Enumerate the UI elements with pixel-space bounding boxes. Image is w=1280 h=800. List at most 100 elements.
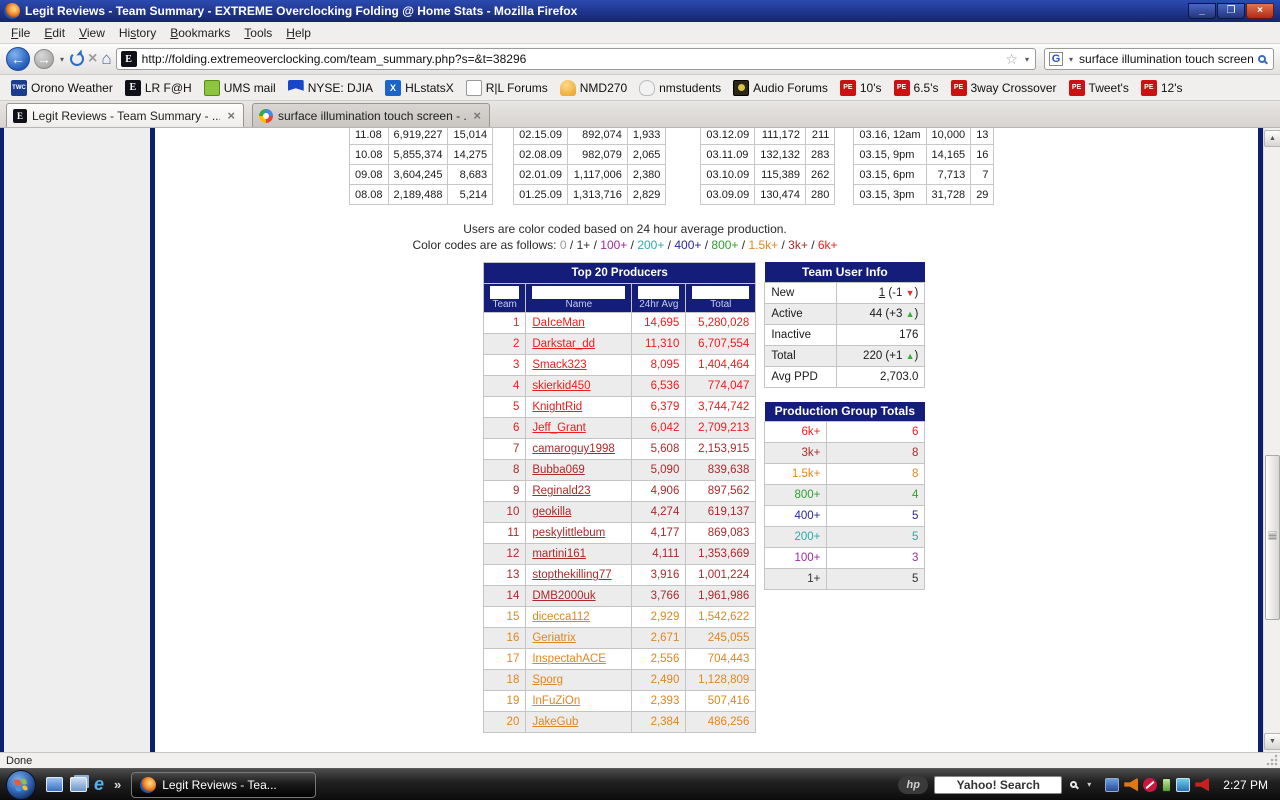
taskbar-app-label: Legit Reviews - Tea... [162,778,277,792]
scroll-up-button[interactable]: ▲ [1264,130,1280,147]
producer-user-link[interactable]: JakeGub [532,716,578,728]
history-points-cell: 7,713 [926,165,971,185]
menu-file[interactable]: File [4,24,37,42]
yahoo-dropdown-icon[interactable]: ▾ [1085,780,1093,789]
show-desktop-icon[interactable] [46,777,63,792]
bookmark-item[interactable]: ELR F@H [120,78,197,98]
producer-user-link[interactable]: InspectahACE [532,653,606,665]
producer-user-link[interactable]: peskylittlebum [532,527,605,539]
producer-user-link[interactable]: stopthekilling77 [532,569,611,581]
flag-icon [288,80,304,96]
history-row: 10.085,855,37414,275 [350,145,493,165]
bookmark-item[interactable]: TWCOrono Weather [6,78,118,98]
search-icon[interactable] [1258,55,1266,63]
producer-user-link[interactable]: geokilla [532,506,571,518]
stop-button[interactable]: × [88,50,97,68]
bookmark-item[interactable]: PE12's [1136,78,1188,98]
bookmark-item[interactable]: PE6.5's [889,78,944,98]
producer-user-link[interactable]: skierkid450 [532,380,590,392]
producer-user-link[interactable]: InFuZiOn [532,695,580,707]
producer-total: 5,280,028 [686,313,756,334]
network-tray-icon[interactable] [1176,778,1190,792]
bookmark-item[interactable]: UMS mail [199,78,281,98]
tab-google-search[interactable]: surface illumination touch screen - ... … [252,103,490,127]
producer-user-link[interactable]: Darkstar_dd [532,338,595,350]
search-bar[interactable]: G ▾ surface illumination touch screen [1044,48,1274,70]
producer-user-link[interactable]: dicecca112 [532,611,589,623]
close-button[interactable]: × [1246,3,1274,19]
url-dropdown-icon[interactable]: ▾ [1023,55,1031,64]
tab-close-icon[interactable]: × [471,108,483,123]
menu-tools[interactable]: Tools [237,24,279,42]
menu-bookmarks[interactable]: Bookmarks [163,24,237,42]
bookmark-item[interactable]: XHLstatsX [380,78,459,98]
producer-user-link[interactable]: Reginald23 [532,485,590,497]
producer-user-link[interactable]: Smack323 [532,359,586,371]
menu-edit[interactable]: Edit [37,24,72,42]
muted-tray-icon[interactable] [1195,778,1209,792]
quicklaunch-overflow-icon[interactable]: » [110,777,125,792]
menu-history[interactable]: History [112,24,163,42]
search-engine-dropdown-icon[interactable]: ▾ [1067,55,1075,64]
taskbar-app-button[interactable]: Legit Reviews - Tea... [131,772,316,798]
producer-user-link[interactable]: Geriatrix [532,632,575,644]
tab-close-icon[interactable]: × [225,108,237,123]
producer-user-link[interactable]: DMB2000uk [532,590,595,602]
producer-avg: 2,671 [632,628,686,649]
bookmark-item[interactable]: nmstudents [634,78,726,98]
restore-button[interactable]: ❐ [1217,3,1245,19]
internet-explorer-icon[interactable]: e [94,777,104,792]
search-input[interactable]: surface illumination touch screen [1079,52,1254,66]
producer-rank: 9 [484,481,526,502]
bookmark-item[interactable]: PE3way Crossover [946,78,1062,98]
team-user-info-table: Team User Info New1 (-1 ▼)Active44 (+3 ▲… [764,262,925,388]
team-user-info-row: Active44 (+3 ▲) [765,303,925,324]
tab-legit-reviews[interactable]: E Legit Reviews - Team Summary - ... × [6,103,244,127]
scrollbar-thumb[interactable] [1265,455,1280,620]
yahoo-search-icon[interactable] [1070,781,1077,788]
producer-user-link[interactable]: martini161 [532,548,586,560]
vertical-scrollbar[interactable]: ▲ ▼ [1263,128,1280,752]
forward-button[interactable]: → [34,49,54,69]
menu-help[interactable]: Help [279,24,318,42]
start-button[interactable] [6,770,36,800]
producer-user-link[interactable]: Jeff_Grant [532,422,586,434]
reload-button[interactable] [70,52,84,66]
producer-user-link[interactable]: Bubba069 [532,464,584,476]
home-button[interactable]: ⌂ [101,49,111,69]
minimize-button[interactable]: _ [1188,3,1216,19]
bookmark-item[interactable]: NYSE: DJIA [283,78,378,98]
info-value-text: 2,703.0 [880,371,918,383]
production-group-row: 100+3 [765,548,925,569]
volume-tray-icon[interactable] [1124,778,1138,792]
url-bar[interactable]: E http://folding.extremeoverclocking.com… [116,48,1036,70]
producer-row: 14DMB2000uk3,7661,961,986 [484,586,756,607]
producer-avg: 3,766 [632,586,686,607]
scroll-down-button[interactable]: ▼ [1264,733,1280,750]
resize-grip[interactable] [1266,754,1278,766]
producer-total: 3,744,742 [686,397,756,418]
battery-tray-icon[interactable] [1162,778,1171,792]
bookmark-item[interactable]: Audio Forums [728,78,833,98]
info-value: 1 (-1 ▼) [837,282,925,303]
bookmark-star-icon[interactable]: ☆ [1005,51,1018,68]
bookmark-label: HLstatsX [405,81,454,95]
messenger-tray-icon[interactable] [1105,778,1119,792]
producer-user-link[interactable]: camaroguy1998 [532,443,614,455]
history-dropdown-icon[interactable]: ▾ [58,55,66,64]
producer-user-link[interactable]: KnightRid [532,401,582,413]
bookmark-item[interactable]: PETweet's [1064,78,1134,98]
bookmark-item[interactable]: R|L Forums [461,78,553,98]
menu-view[interactable]: View [72,24,112,42]
trend-tray-icon[interactable] [1143,778,1157,792]
yahoo-search-input[interactable]: Yahoo! Search [934,776,1062,794]
producer-user-link[interactable]: Sporg [532,674,563,686]
url-input[interactable]: http://folding.extremeoverclocking.com/t… [142,52,1001,66]
color-code-100+: 100+ [600,238,627,252]
bookmark-item[interactable]: NMD270 [555,78,632,98]
window-switcher-icon[interactable] [70,777,87,792]
history-units-cell: 1,933 [627,128,666,145]
producer-user-link[interactable]: DaIceMan [532,317,584,329]
bookmark-item[interactable]: PE10's [835,78,887,98]
back-button[interactable]: ← [6,47,30,71]
